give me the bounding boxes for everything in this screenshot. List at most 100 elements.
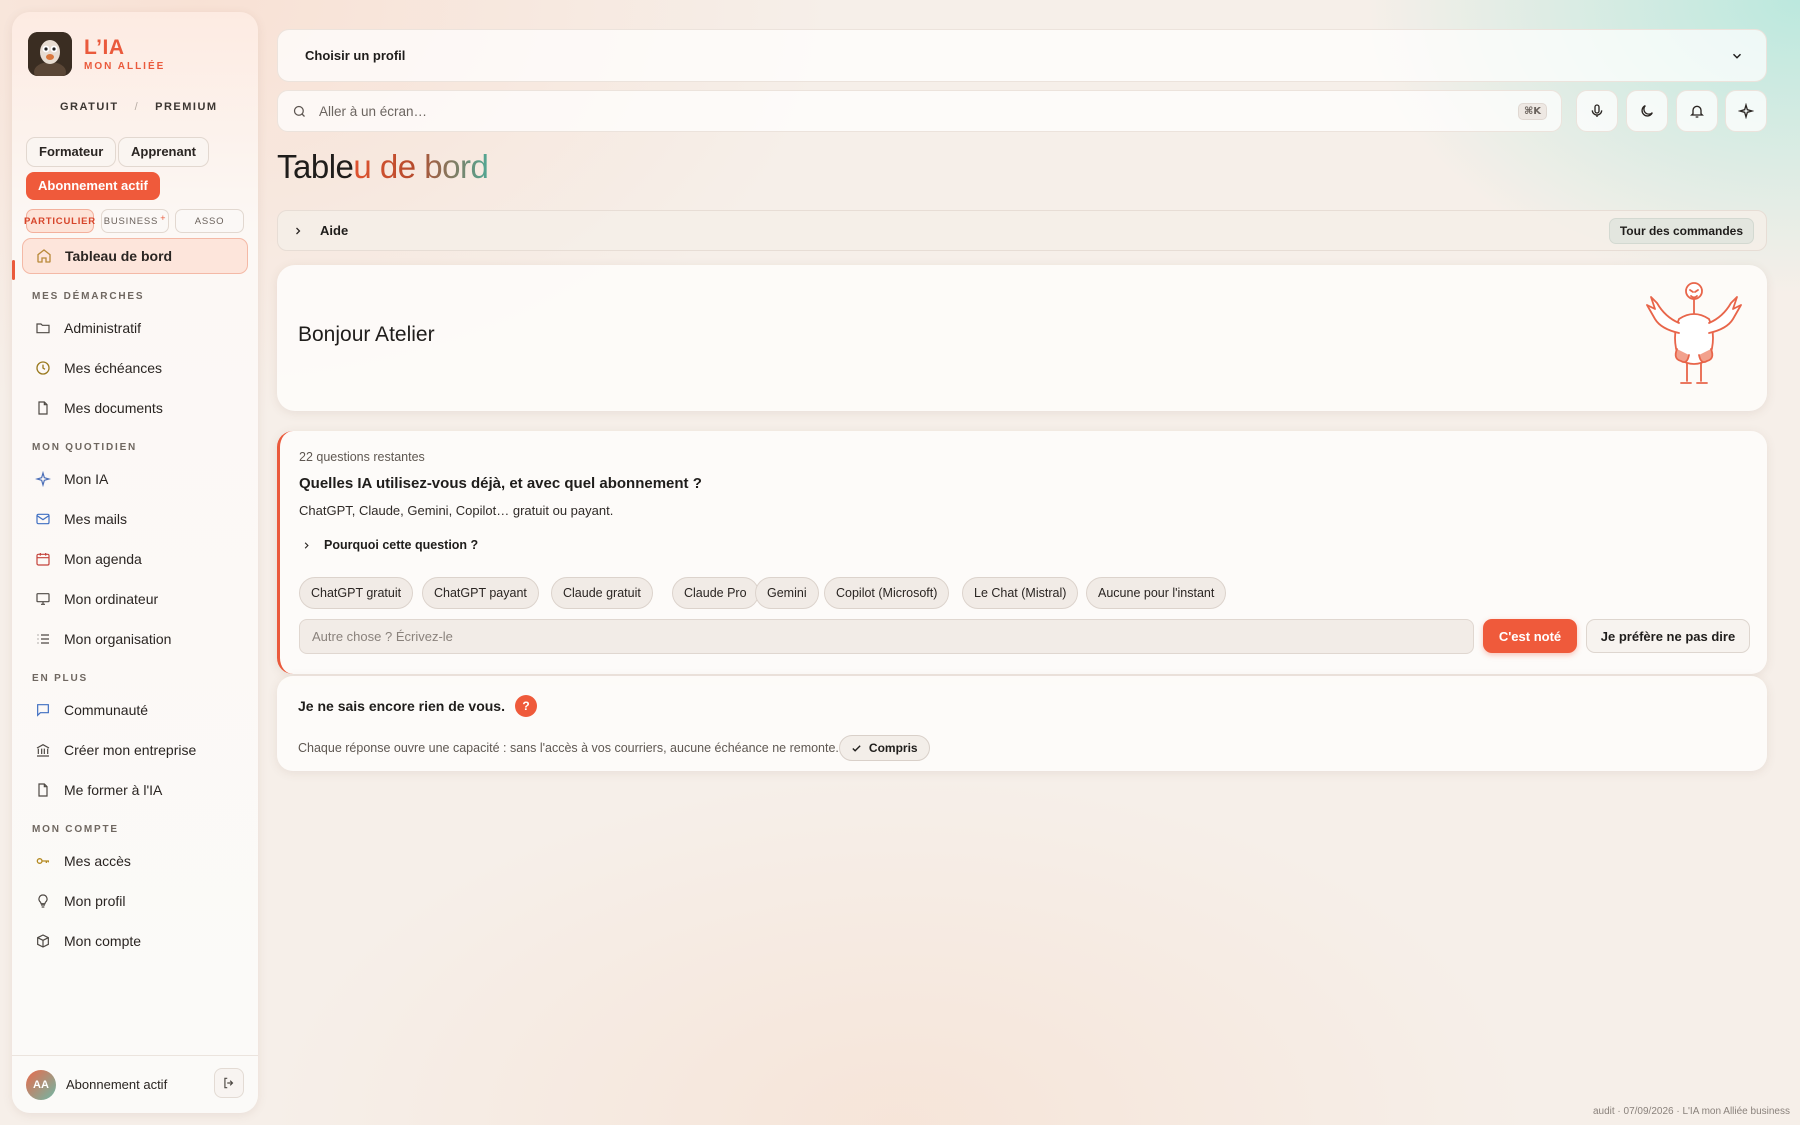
option-chip[interactable]: ChatGPT payant <box>422 577 539 609</box>
nav-profile[interactable]: Mon profil <box>22 883 248 919</box>
section-daily: MON QUOTIDIEN <box>32 442 138 453</box>
sparkle-icon <box>32 468 54 490</box>
nav-my-ai-label: Mon IA <box>64 471 109 487</box>
nav-community[interactable]: Communauté <box>22 692 248 728</box>
microphone-button[interactable] <box>1576 90 1618 132</box>
footer-subscription-label: Abonnement actif <box>66 1077 168 1092</box>
nav-create-company[interactable]: Créer mon entreprise <box>22 732 248 768</box>
other-answer-input[interactable] <box>299 619 1474 654</box>
nav-deadlines[interactable]: Mes échéances <box>22 350 248 386</box>
nav-organization[interactable]: Mon organisation <box>22 621 248 657</box>
mail-icon <box>32 508 54 530</box>
list-icon <box>32 628 54 650</box>
info-text-row: Chaque réponse ouvre une capacité : sans… <box>298 735 930 761</box>
nav-account[interactable]: Mon compte <box>22 923 248 959</box>
plan-switch: GRATUIT / PREMIUM <box>52 98 226 116</box>
nav-mails-label: Mes mails <box>64 511 128 527</box>
chevron-down-icon <box>1730 49 1744 63</box>
acknowledge-button[interactable]: Compris <box>838 735 930 761</box>
segment-individual[interactable]: PARTICULIER <box>24 209 95 233</box>
microphone-icon <box>1589 103 1605 119</box>
logout-icon <box>222 1076 236 1090</box>
questions-remaining: 22 questions restantes <box>299 450 425 464</box>
dark-mode-button[interactable] <box>1626 90 1668 132</box>
acknowledge-label: Compris <box>868 741 918 755</box>
question-subtitle: ChatGPT, Claude, Gemini, Copilot… gratui… <box>299 503 614 518</box>
role-learner-button[interactable]: Apprenant <box>118 137 209 167</box>
check-icon <box>852 744 861 752</box>
question-title: Quelles IA utilisez-vous déjà, et avec q… <box>299 475 702 492</box>
skip-answer-button[interactable]: Je préfère ne pas dire <box>1586 619 1750 653</box>
page-title-gradient: u de bord <box>353 148 489 185</box>
logout-button[interactable] <box>214 1068 244 1098</box>
brand-subtitle: MON ALLIÉE <box>84 60 166 72</box>
nav-train-ai-label: Me former à l'IA <box>64 782 163 798</box>
nav-community-label: Communauté <box>64 702 149 718</box>
nav-computer[interactable]: Mon ordinateur <box>22 581 248 617</box>
moon-icon <box>1639 103 1655 119</box>
nav-documents-label: Mes documents <box>64 400 163 416</box>
option-chip[interactable]: Gemini <box>755 577 819 609</box>
nav-agenda-label: Mon agenda <box>64 551 142 567</box>
role-trainer-button[interactable]: Formateur <box>26 137 117 167</box>
search-input[interactable] <box>319 103 1518 119</box>
profile-select[interactable]: Choisir un profil <box>277 29 1767 82</box>
nav-create-company-label: Créer mon entreprise <box>64 742 197 758</box>
page-title: Tableu de bord <box>277 148 489 186</box>
active-indicator <box>12 260 15 280</box>
goose-mascot-icon <box>1639 279 1749 396</box>
greeting-text: Bonjour Atelier <box>298 323 435 346</box>
option-chip[interactable]: Claude Pro <box>672 577 759 609</box>
help-panel[interactable]: Aide Tour des commandes <box>277 210 1767 251</box>
segment-business-label: BUSINESS <box>103 215 159 227</box>
why-question-toggle[interactable]: Pourquoi cette question ? <box>301 538 478 552</box>
key-icon <box>32 850 54 872</box>
option-chip[interactable]: Claude gratuit <box>551 577 653 609</box>
page-title-prefix: Table <box>277 148 354 185</box>
audit-footer-note: audit · 07/09/2026 · L'IA mon Alliée bus… <box>1592 1106 1790 1117</box>
folder-icon <box>32 317 54 339</box>
nav-account-label: Mon compte <box>64 933 142 949</box>
nav-agenda[interactable]: Mon agenda <box>22 541 248 577</box>
plan-free[interactable]: GRATUIT <box>52 98 127 116</box>
option-chip[interactable]: Le Chat (Mistral) <box>962 577 1079 609</box>
segment-association[interactable]: ASSO <box>175 209 244 233</box>
brand[interactable]: L’IA MON ALLIÉE <box>28 32 165 76</box>
nav-profile-label: Mon profil <box>64 893 126 909</box>
document-icon <box>32 397 54 419</box>
profile-select-label: Choisir un profil <box>305 48 406 63</box>
chat-bubble-icon <box>32 699 54 721</box>
sidebar: L’IA MON ALLIÉE GRATUIT / PREMIUM Format… <box>12 12 258 1113</box>
nav-access-label: Mes accès <box>64 853 131 869</box>
search-bar[interactable]: ⌘K <box>277 90 1562 132</box>
nav-access[interactable]: Mes accès <box>22 843 248 879</box>
command-tour-button[interactable]: Tour des commandes <box>1608 218 1754 244</box>
nav-documents[interactable]: Mes documents <box>22 390 248 426</box>
notifications-button[interactable] <box>1676 90 1718 132</box>
subscription-active-badge[interactable]: Abonnement actif <box>26 172 160 200</box>
option-chip[interactable]: Aucune pour l'instant <box>1086 577 1227 609</box>
help-label: Aide <box>320 223 349 238</box>
submit-answer-button[interactable]: C'est noté <box>1483 619 1577 653</box>
option-chip[interactable]: Copilot (Microsoft) <box>824 577 950 609</box>
bell-icon <box>1689 103 1705 119</box>
brand-title: L’IA <box>84 35 125 59</box>
shortcut-hint: ⌘K <box>1517 102 1547 120</box>
nav-organization-label: Mon organisation <box>64 631 172 647</box>
box-icon <box>32 930 54 952</box>
nav-administrative-label: Administratif <box>64 320 142 336</box>
nav-train-ai[interactable]: Me former à l'IA <box>22 772 248 808</box>
nav-administrative[interactable]: Administratif <box>22 310 248 346</box>
nav-my-ai[interactable]: Mon IA <box>22 461 248 497</box>
nav-mails[interactable]: Mes mails <box>22 501 248 537</box>
option-chip[interactable]: ChatGPT gratuit <box>299 577 414 609</box>
segment-business[interactable]: BUSINESS + <box>101 209 169 233</box>
avatar[interactable]: AA <box>26 1069 56 1100</box>
nav-dashboard-label: Tableau de bord <box>65 248 173 264</box>
plan-premium[interactable]: PREMIUM <box>147 98 225 116</box>
assistant-button[interactable] <box>1725 90 1767 132</box>
section-procedures: MES DÉMARCHES <box>32 291 145 302</box>
question-card: 22 questions restantes Quelles IA utilis… <box>277 431 1767 674</box>
nav-dashboard[interactable]: Tableau de bord <box>22 238 248 274</box>
question-mark-icon[interactable]: ? <box>515 695 537 717</box>
